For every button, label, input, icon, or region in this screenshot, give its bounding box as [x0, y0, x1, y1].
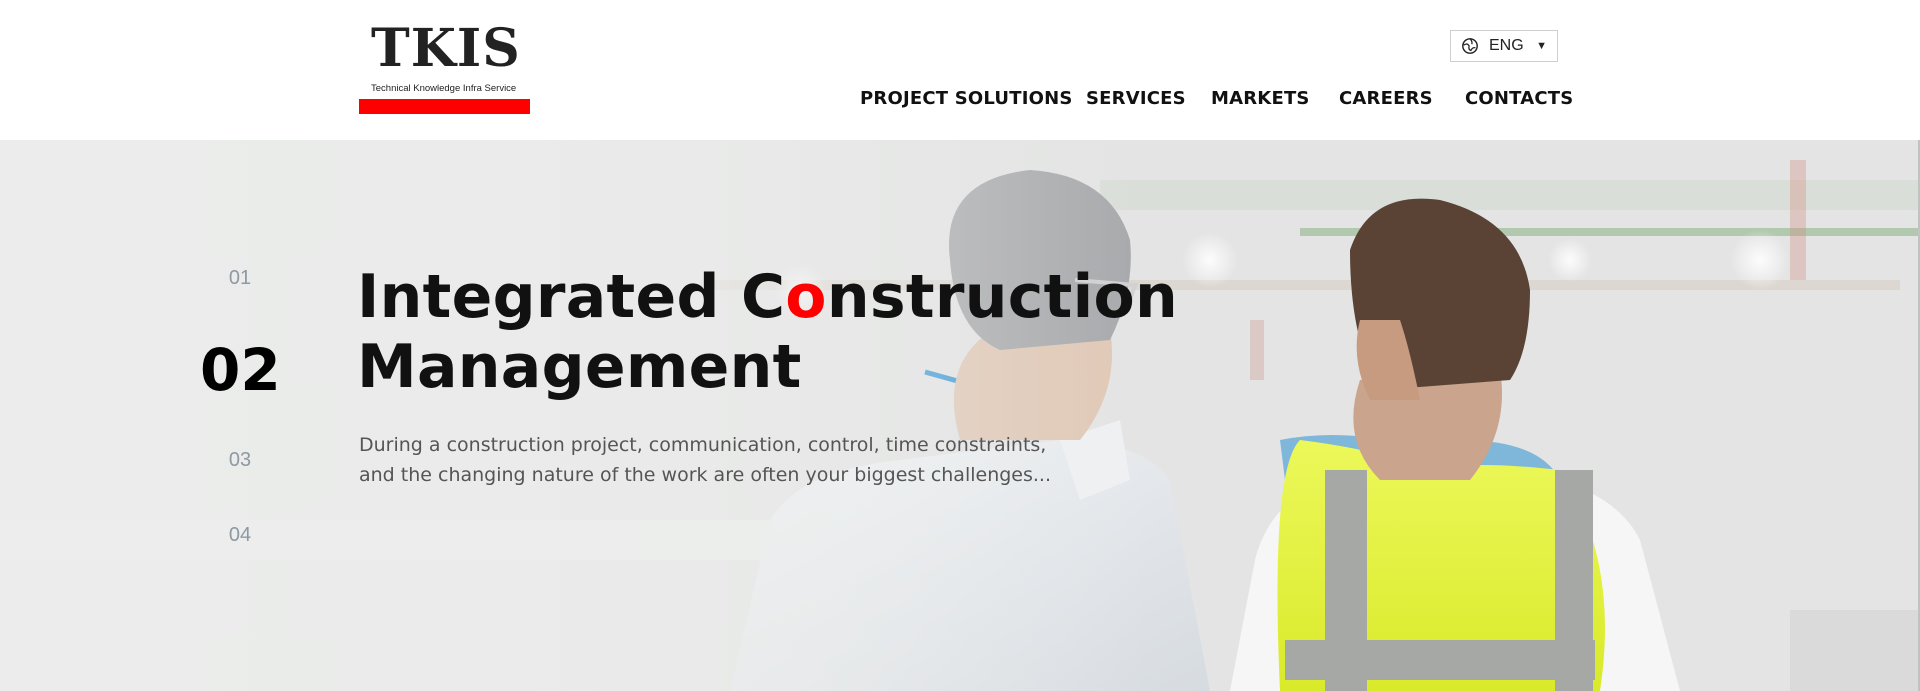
slide-indicator-04[interactable]: 04	[200, 524, 280, 547]
hero-overlay	[0, 140, 1920, 691]
logo-red-bar	[359, 99, 530, 114]
nav-contacts[interactable]: CONTACTS	[1465, 88, 1573, 109]
hero-title-part2: nstruction	[826, 262, 1178, 332]
nav-project-solutions[interactable]: PROJECT SOLUTIONS	[860, 88, 1073, 109]
hero-title-highlight: o	[785, 262, 827, 332]
hero-description: During a construction project, communica…	[359, 430, 1059, 490]
nav-services[interactable]: SERVICES	[1086, 88, 1186, 109]
nav-careers[interactable]: CAREERS	[1339, 88, 1433, 109]
nav-markets[interactable]: MARKETS	[1211, 88, 1310, 109]
hero-title: Integrated Construction Management	[357, 262, 1178, 402]
tkis-logo[interactable]: TKIS Technical Knowledge Infra Service	[359, 22, 531, 114]
slide-indicator-03[interactable]: 03	[200, 449, 280, 472]
slide-indicator-02-active[interactable]: 02	[200, 336, 281, 404]
slide-indicator-01[interactable]: 01	[200, 267, 280, 290]
language-selector[interactable]: ENG ▼	[1450, 30, 1558, 62]
globe-icon	[1462, 38, 1478, 54]
logo-tagline: Technical Knowledge Infra Service	[371, 83, 517, 94]
hero-description-line1: During a construction project, communica…	[359, 434, 1047, 456]
logo-wordmark: TKIS	[371, 18, 521, 79]
hero-slider: 01 02 03 04 Integrated Construction Mana…	[0, 140, 1920, 691]
chevron-down-icon: ▼	[1536, 40, 1547, 52]
hero-title-line2: Management	[357, 332, 802, 402]
hero-description-line2: and the changing nature of the work are …	[359, 464, 1052, 486]
hero-title-part1: Integrated C	[357, 262, 786, 332]
site-header: TKIS Technical Knowledge Infra Service E…	[0, 0, 1920, 140]
language-label: ENG	[1489, 37, 1524, 54]
